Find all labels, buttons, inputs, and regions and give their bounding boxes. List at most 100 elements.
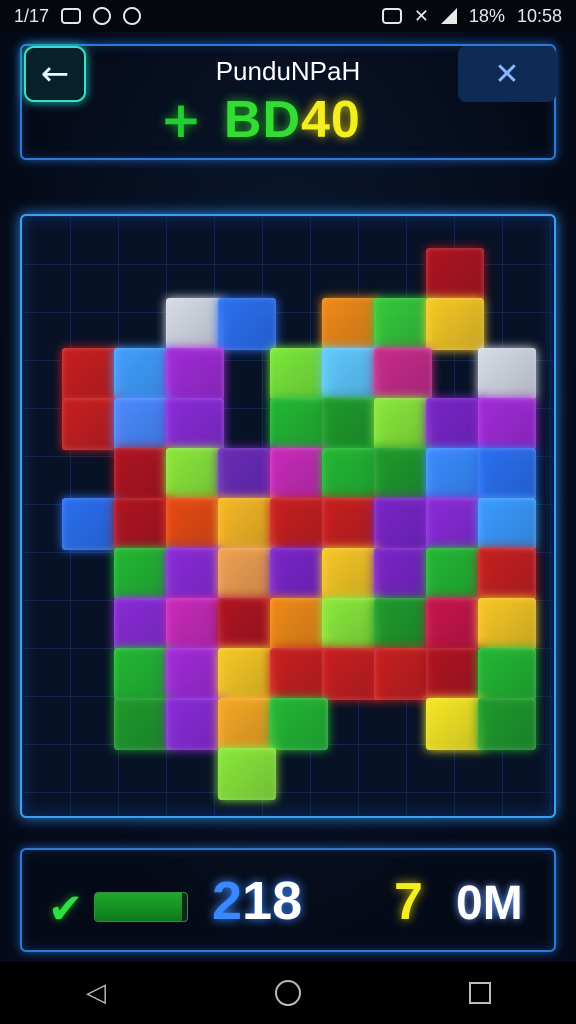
puzzle-piece[interactable] bbox=[114, 498, 172, 550]
puzzle-piece[interactable] bbox=[218, 298, 276, 350]
cat-notification-icon bbox=[123, 7, 142, 25]
puzzle-piece[interactable] bbox=[426, 548, 484, 600]
moves-first-digit: 2 bbox=[212, 871, 243, 931]
close-button[interactable]: ✕ bbox=[458, 46, 556, 102]
puzzle-piece[interactable] bbox=[374, 298, 432, 350]
game-title: PunduNPaH bbox=[215, 56, 361, 86]
back-button[interactable]: ← bbox=[24, 46, 86, 102]
puzzle-piece[interactable] bbox=[166, 298, 224, 350]
puzzle-piece[interactable] bbox=[270, 398, 328, 450]
puzzle-piece[interactable] bbox=[374, 398, 432, 450]
puzzle-piece[interactable] bbox=[166, 448, 224, 500]
puzzle-piece[interactable] bbox=[166, 598, 224, 650]
puzzle-piece[interactable] bbox=[426, 298, 484, 350]
puzzle-piece[interactable] bbox=[322, 548, 380, 600]
puzzle-piece[interactable] bbox=[270, 448, 328, 500]
puzzle-piece[interactable] bbox=[322, 348, 380, 400]
progress-bar bbox=[94, 892, 188, 922]
puzzle-piece[interactable] bbox=[114, 698, 172, 750]
puzzle-piece[interactable] bbox=[374, 348, 432, 400]
puzzle-piece[interactable] bbox=[114, 448, 172, 500]
puzzle-piece[interactable] bbox=[478, 348, 536, 400]
puzzle-piece[interactable] bbox=[62, 498, 120, 550]
puzzle-piece[interactable] bbox=[426, 498, 484, 550]
puzzle-piece[interactable] bbox=[478, 398, 536, 450]
eye-notification-icon bbox=[93, 7, 112, 25]
puzzle-piece[interactable] bbox=[270, 348, 328, 400]
puzzle-piece[interactable] bbox=[322, 498, 380, 550]
close-icon: ✕ bbox=[494, 56, 520, 92]
puzzle-piece[interactable] bbox=[270, 548, 328, 600]
hint-icon[interactable]: 7 bbox=[394, 872, 423, 932]
puzzle-piece[interactable] bbox=[270, 648, 328, 700]
puzzle-piece[interactable] bbox=[322, 398, 380, 450]
puzzle-piece[interactable] bbox=[218, 748, 276, 800]
status-bar: 1/17 ✕ 18% 10:58 bbox=[0, 0, 576, 32]
puzzle-piece[interactable] bbox=[478, 548, 536, 600]
puzzle-piece[interactable] bbox=[322, 448, 380, 500]
puzzle-piece[interactable] bbox=[426, 398, 484, 450]
puzzle-piece[interactable] bbox=[218, 698, 276, 750]
puzzle-piece[interactable] bbox=[166, 548, 224, 600]
puzzle-piece[interactable] bbox=[270, 598, 328, 650]
puzzle-piece[interactable] bbox=[166, 398, 224, 450]
puzzle-piece[interactable] bbox=[322, 298, 380, 350]
hint-label: 0M bbox=[456, 877, 523, 930]
puzzle-piece[interactable] bbox=[478, 448, 536, 500]
puzzle-piece[interactable] bbox=[166, 698, 224, 750]
puzzle-piece[interactable] bbox=[374, 448, 432, 500]
puzzle-piece[interactable] bbox=[322, 598, 380, 650]
score-part2: 40 bbox=[301, 91, 361, 149]
puzzle-piece[interactable] bbox=[478, 598, 536, 650]
puzzle-piece[interactable] bbox=[374, 648, 432, 700]
back-arrow-icon: ← bbox=[40, 54, 70, 94]
nav-bar: ◁ bbox=[0, 962, 576, 1024]
nav-recent-icon bbox=[469, 982, 491, 1004]
puzzle-piece[interactable] bbox=[374, 498, 432, 550]
puzzle-piece[interactable] bbox=[166, 648, 224, 700]
footer-panel: ✔ 218 7 0M bbox=[20, 848, 556, 952]
puzzle-piece[interactable] bbox=[478, 498, 536, 550]
puzzle-piece[interactable] bbox=[62, 348, 120, 400]
puzzle-piece[interactable] bbox=[426, 448, 484, 500]
puzzle-piece[interactable] bbox=[114, 348, 172, 400]
wifi-off-icon: ✕ bbox=[413, 5, 429, 26]
check-icon: ✔ bbox=[48, 884, 84, 933]
puzzle-piece[interactable] bbox=[374, 548, 432, 600]
puzzle-piece[interactable] bbox=[218, 598, 276, 650]
nav-home-button[interactable] bbox=[268, 973, 308, 1013]
status-right: ✕ 18% 10:58 bbox=[381, 5, 562, 27]
puzzle-piece[interactable] bbox=[218, 448, 276, 500]
plus-icon: + bbox=[160, 91, 202, 149]
puzzle-piece[interactable] bbox=[270, 698, 328, 750]
puzzle-piece[interactable] bbox=[426, 248, 484, 300]
battery-text: 18% bbox=[468, 5, 505, 26]
nav-home-icon bbox=[275, 980, 301, 1006]
puzzle-piece[interactable] bbox=[218, 548, 276, 600]
puzzle-piece[interactable] bbox=[270, 498, 328, 550]
puzzle-piece[interactable] bbox=[114, 548, 172, 600]
puzzle-board[interactable] bbox=[20, 214, 556, 818]
score-part1: BD bbox=[223, 91, 302, 149]
puzzle-piece[interactable] bbox=[218, 648, 276, 700]
puzzle-piece[interactable] bbox=[322, 648, 380, 700]
puzzle-piece[interactable] bbox=[478, 698, 536, 750]
puzzle-piece[interactable] bbox=[426, 598, 484, 650]
nav-recent-button[interactable] bbox=[460, 973, 500, 1013]
puzzle-piece[interactable] bbox=[426, 698, 484, 750]
puzzle-piece[interactable] bbox=[62, 398, 120, 450]
puzzle-piece[interactable] bbox=[426, 648, 484, 700]
puzzle-piece[interactable] bbox=[114, 398, 172, 450]
puzzle-piece[interactable] bbox=[166, 498, 224, 550]
puzzle-piece[interactable] bbox=[166, 348, 224, 400]
puzzle-piece[interactable] bbox=[114, 648, 172, 700]
moves-counter: 218 bbox=[212, 870, 302, 932]
moves-rest: 18 bbox=[242, 871, 303, 931]
nav-back-icon: ◁ bbox=[86, 978, 106, 1008]
signal-icon bbox=[440, 8, 457, 24]
puzzle-piece[interactable] bbox=[114, 598, 172, 650]
puzzle-piece[interactable] bbox=[218, 498, 276, 550]
puzzle-piece[interactable] bbox=[478, 648, 536, 700]
nav-back-button[interactable]: ◁ bbox=[76, 973, 116, 1013]
puzzle-piece[interactable] bbox=[374, 598, 432, 650]
